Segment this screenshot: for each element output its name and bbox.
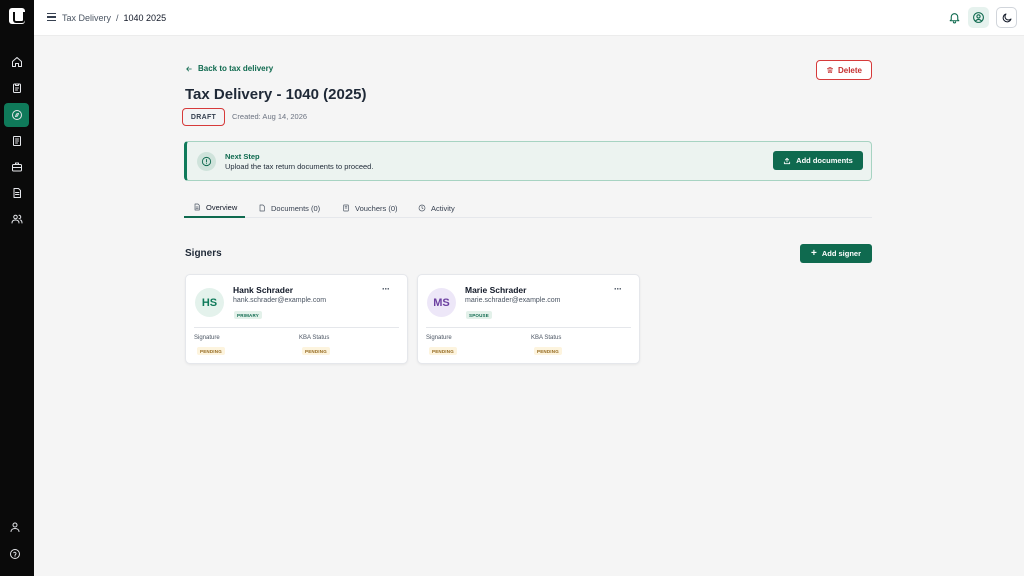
- tab-vouchers-label: Vouchers (0): [355, 203, 398, 213]
- receipt-icon: [343, 204, 349, 212]
- compass-icon: [11, 110, 22, 120]
- sidebar: [0, 0, 34, 576]
- signer-card: HS Hank Schrader hank.schrader@example.c…: [185, 274, 408, 364]
- tab-vouchers[interactable]: Vouchers (0): [342, 198, 398, 218]
- role-badge: SPOUSE: [466, 311, 492, 319]
- divider: [194, 327, 399, 328]
- add-signer-label: Add signer: [821, 249, 861, 258]
- page-title: Tax Delivery - 1040 (2025): [185, 86, 367, 103]
- menu-icon[interactable]: [47, 13, 56, 22]
- bell-icon: [949, 13, 960, 24]
- document-icon: [259, 204, 265, 212]
- sidebar-item-documents[interactable]: [4, 181, 29, 205]
- add-documents-label: Add documents: [796, 156, 853, 165]
- signature-status-badge: PENDING: [197, 347, 225, 355]
- file-icon: [194, 203, 200, 211]
- signer-name: Hank Schrader: [233, 285, 293, 295]
- next-step-message: Upload the tax return documents to proce…: [225, 162, 374, 171]
- tab-activity-label: Activity: [431, 203, 455, 213]
- add-signer-button[interactable]: + Add signer: [800, 244, 872, 263]
- moon-icon: [1002, 13, 1011, 22]
- kba-status-badge: PENDING: [302, 347, 330, 355]
- divider: [426, 327, 631, 328]
- tab-documents-label: Documents (0): [271, 203, 321, 213]
- created-date: Created: Aug 14, 2026: [232, 112, 308, 121]
- signer-card: MS Marie Schrader marie.schrader@example…: [417, 274, 640, 364]
- clipboard-icon: [12, 83, 21, 93]
- signer-email: hank.schrader@example.com: [233, 297, 327, 304]
- arrow-left-icon: [186, 66, 192, 71]
- role-badge: PRIMARY: [234, 311, 262, 319]
- signature-label: Signature: [426, 335, 452, 341]
- sidebar-item-tasks[interactable]: [4, 76, 29, 100]
- trash-icon: [826, 67, 833, 73]
- sidebar-item-help[interactable]: [9, 547, 23, 561]
- signature-status-badge: PENDING: [429, 347, 457, 355]
- app-logo[interactable]: [9, 8, 25, 24]
- avatar: HS: [195, 288, 224, 317]
- signer-name: Marie Schrader: [465, 285, 527, 295]
- receipt-icon: [12, 136, 21, 146]
- top-bar: Tax Delivery / 1040 2025: [34, 0, 1024, 36]
- sidebar-item-tax-delivery[interactable]: [4, 103, 29, 127]
- tab-overview[interactable]: Overview: [184, 198, 246, 218]
- breadcrumb-separator: /: [116, 13, 119, 23]
- delete-button[interactable]: Delete: [816, 60, 872, 80]
- breadcrumb-parent[interactable]: Tax Delivery: [62, 13, 111, 23]
- avatar: MS: [427, 288, 456, 317]
- breadcrumb-current: 1040 2025: [123, 13, 167, 23]
- signer-email: marie.schrader@example.com: [465, 297, 561, 304]
- briefcase-icon: [11, 162, 22, 172]
- signers-heading: Signers: [185, 248, 222, 259]
- tab-bar: Overview Documents (0) Vouchers (0) Acti…: [184, 198, 872, 218]
- delete-button-label: Delete: [837, 65, 862, 75]
- notifications-button[interactable]: [948, 11, 962, 25]
- tab-overview-label: Overview: [206, 202, 238, 212]
- next-step-title: Next Step: [225, 152, 260, 161]
- tab-activity[interactable]: Activity: [418, 198, 455, 218]
- sidebar-item-workspace[interactable]: [4, 155, 29, 179]
- profile-button[interactable]: [968, 7, 989, 28]
- kba-label: KBA Status: [299, 335, 330, 341]
- next-step-banner: Next Step Upload the tax return document…: [184, 141, 872, 181]
- plus-icon: +: [810, 247, 817, 259]
- sidebar-item-billing[interactable]: [4, 129, 29, 153]
- theme-toggle-button[interactable]: [996, 7, 1017, 28]
- tab-documents[interactable]: Documents (0): [258, 198, 320, 218]
- sidebar-item-clients[interactable]: [4, 207, 29, 231]
- document-icon: [13, 188, 21, 198]
- kba-label: KBA Status: [531, 335, 562, 341]
- add-documents-button[interactable]: Add documents: [773, 151, 863, 170]
- users-icon: [11, 214, 22, 224]
- breadcrumb: Tax Delivery / 1040 2025: [62, 13, 166, 23]
- back-link[interactable]: Back to tax delivery: [185, 64, 273, 73]
- info-icon: [197, 152, 216, 171]
- clock-icon: [418, 204, 426, 212]
- sidebar-item-profile[interactable]: [9, 520, 23, 534]
- more-options-button[interactable]: ···: [382, 284, 390, 294]
- sidebar-item-home[interactable]: [4, 50, 29, 74]
- home-icon: [11, 57, 22, 67]
- kba-status-badge: PENDING: [534, 347, 562, 355]
- status-badge: DRAFT: [182, 108, 225, 126]
- user-icon: [10, 522, 20, 532]
- help-icon: [10, 549, 20, 559]
- back-link-label: Back to tax delivery: [198, 64, 274, 73]
- user-circle-icon: [973, 12, 984, 23]
- signature-label: Signature: [194, 335, 220, 341]
- upload-icon: [784, 157, 791, 164]
- more-options-button[interactable]: ···: [614, 284, 622, 294]
